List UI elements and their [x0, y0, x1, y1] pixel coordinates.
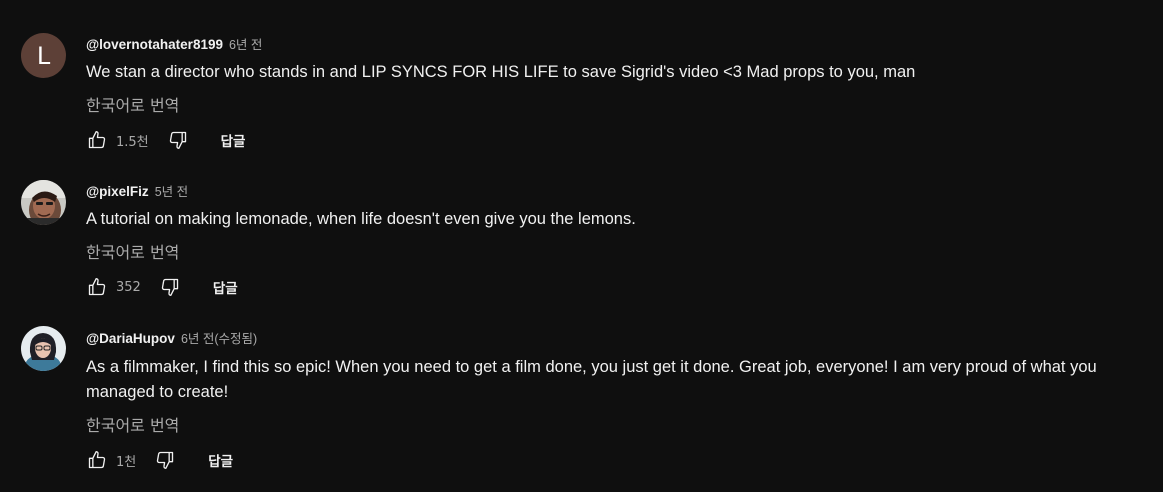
like-count: 1천 — [116, 454, 137, 470]
comment-time[interactable]: 6년 전 — [229, 34, 262, 53]
avatar[interactable] — [21, 180, 66, 225]
avatar-letter: L — [36, 41, 51, 70]
comment-actions: 352 답글 — [86, 275, 238, 299]
comment-actions: 1.5천 답글 — [86, 128, 245, 152]
comment-header: @lovernotahater8199 6년 전 — [86, 34, 262, 53]
like-count: 352 — [116, 279, 141, 295]
comment-time[interactable]: 6년 전 — [181, 328, 214, 347]
author-name[interactable]: @lovernotahater8199 — [86, 37, 223, 52]
edited-label: (수정됨) — [214, 332, 258, 346]
author-name[interactable]: @pixelFiz — [86, 184, 149, 199]
comment-time[interactable]: 5년 전 — [155, 181, 188, 200]
reply-button[interactable]: 답글 — [213, 277, 238, 297]
comment-text: A tutorial on making lemonade, when life… — [86, 210, 636, 228]
avatar[interactable] — [21, 326, 66, 371]
comment-actions: 1천 답글 — [86, 448, 233, 472]
avatar[interactable]: L — [21, 33, 66, 78]
translate-link[interactable]: 한국어로 번역 — [86, 412, 179, 436]
thumbs-down-icon[interactable] — [159, 276, 181, 298]
thumbs-up-icon[interactable] — [86, 449, 108, 471]
author-name[interactable]: @DariaHupov — [86, 331, 175, 346]
like-count: 1.5천 — [116, 134, 149, 150]
translate-link[interactable]: 한국어로 번역 — [86, 239, 179, 263]
thumbs-up-icon[interactable] — [86, 276, 108, 298]
translate-link[interactable]: 한국어로 번역 — [86, 92, 179, 116]
thumbs-up-icon[interactable] — [86, 129, 108, 151]
comment-header: @DariaHupov 6년 전 (수정됨) — [86, 328, 257, 347]
comment-text: As a filmmaker, I find this so epic! Whe… — [86, 358, 1097, 401]
comment-header: @pixelFiz 5년 전 — [86, 181, 188, 200]
comment-text: We stan a director who stands in and LIP… — [86, 63, 916, 81]
thumbs-down-icon[interactable] — [167, 129, 189, 151]
thumbs-down-icon[interactable] — [154, 449, 176, 471]
reply-button[interactable]: 답글 — [208, 450, 233, 470]
reply-button[interactable]: 답글 — [221, 130, 246, 150]
